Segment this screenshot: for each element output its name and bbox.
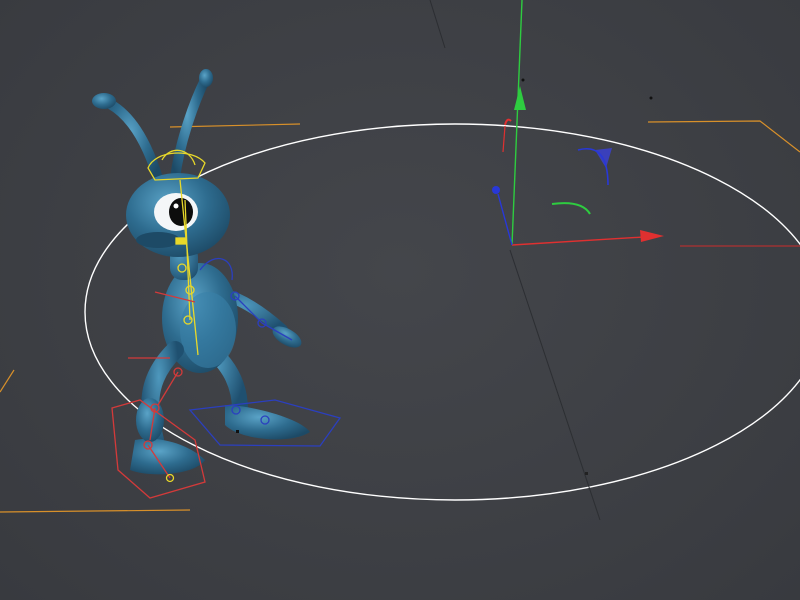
scene-canvas[interactable] — [0, 0, 800, 600]
mouth — [136, 232, 180, 248]
y-axis-line[interactable] — [511, 0, 523, 246]
eye-highlight — [173, 203, 179, 209]
safe-frame-left — [0, 369, 15, 393]
left-antenna — [105, 99, 165, 190]
left-foot — [130, 438, 205, 475]
y-axis-arrowhead[interactable] — [514, 86, 526, 110]
x-axis-arrowhead[interactable] — [640, 230, 664, 242]
neck-control[interactable] — [175, 237, 187, 245]
world-grid-axes — [429, 0, 601, 521]
x-rot-tick — [502, 125, 506, 153]
vertex-dot — [521, 78, 525, 82]
xz-plane-handle[interactable] — [551, 202, 591, 215]
right-antenna-tip — [199, 69, 213, 87]
right-antenna — [170, 75, 210, 183]
eye-pupil — [169, 198, 193, 226]
safe-frame-top-right — [647, 120, 800, 153]
marker — [236, 430, 239, 433]
x-axis-line[interactable] — [511, 235, 661, 246]
z-axis-handle[interactable] — [492, 186, 500, 194]
safe-frame-bottom-left — [0, 509, 191, 513]
safe-frame-lines — [0, 120, 800, 513]
move-gizmo[interactable] — [492, 0, 800, 247]
vertex-dot — [649, 96, 653, 100]
belly — [180, 292, 236, 368]
left-foot-top — [136, 398, 164, 442]
3d-viewport[interactable] — [0, 0, 800, 600]
marker — [585, 472, 588, 475]
xy-plane-handle[interactable] — [504, 118, 512, 126]
left-antenna-tip — [92, 93, 116, 109]
alien-character[interactable] — [92, 69, 310, 475]
z-axis-line[interactable] — [497, 193, 513, 246]
